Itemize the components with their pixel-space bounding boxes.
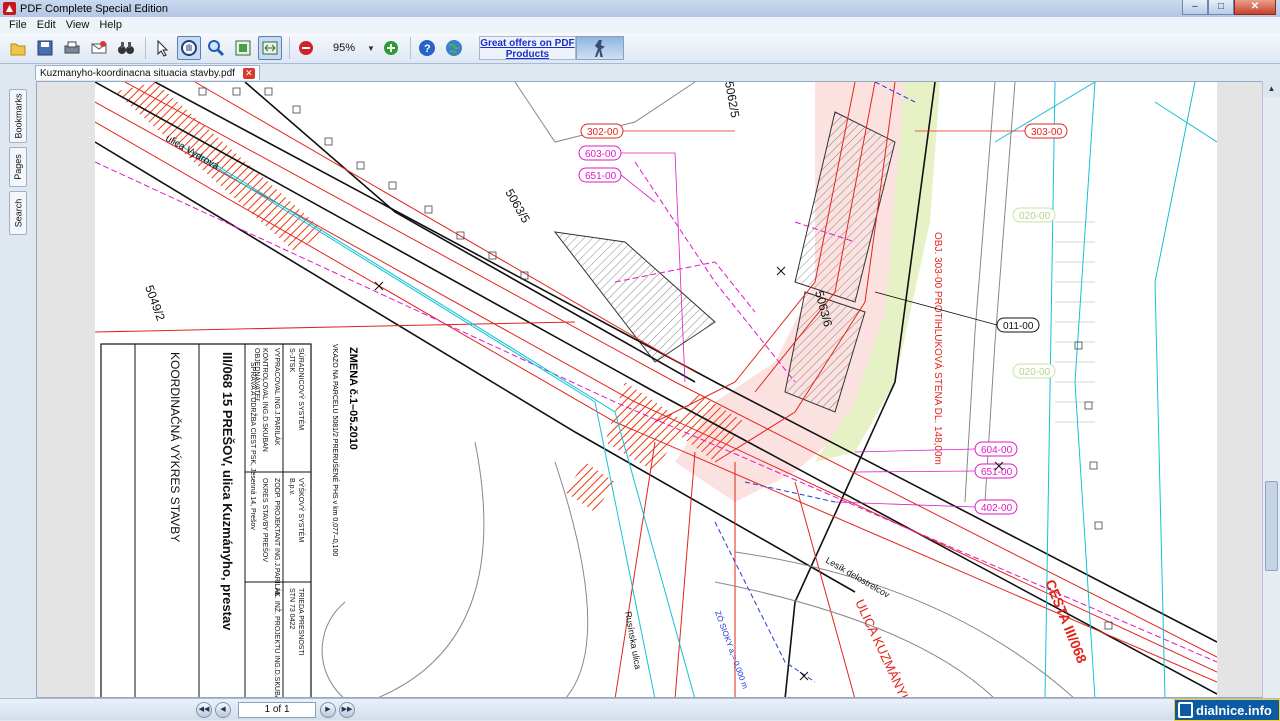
toolbar-separator: [289, 37, 290, 59]
close-button[interactable]: ✕: [1234, 0, 1276, 15]
maximize-button[interactable]: □: [1208, 0, 1234, 15]
svg-text:?: ?: [424, 43, 431, 55]
tag-label: 651-00: [585, 171, 617, 182]
fit-width-icon[interactable]: [258, 36, 282, 60]
zoom-level[interactable]: 95%: [321, 42, 367, 54]
app-logo-icon: [3, 2, 16, 15]
window-controls: – □ ✕: [1182, 0, 1276, 15]
window-title: PDF Complete Special Edition: [20, 2, 168, 15]
tag-label: 302-00: [587, 127, 619, 138]
road-sign-icon: [1178, 702, 1193, 718]
tag-label: 603-00: [585, 149, 617, 160]
close-tab-icon[interactable]: ✕: [242, 67, 255, 79]
menu-file[interactable]: File: [4, 19, 32, 31]
page-navigation: ◀◀ ◀ 1 of 1 ▶ ▶▶: [196, 702, 358, 718]
document-tab[interactable]: Kuzmanyho-koordinacna situacia stavby.pd…: [35, 65, 260, 80]
change-title: ZMENA č.1–05.2010: [347, 347, 359, 450]
area-label: Lesík delostrelcov: [824, 555, 892, 600]
side-panel: Bookmarks Pages Search: [0, 81, 36, 698]
watermark-badge: dialnice.info: [1174, 699, 1280, 721]
tb-coordinate-system: SÚRADNICOVÝ SYSTÉM: [297, 348, 306, 430]
tb-prepared: VYPRACOVAL ING.J.PARILÁK: [273, 348, 282, 446]
site-plan-drawing: 5049/2 5063/6 5063/5 5062/5 ulica Vydrov…: [95, 82, 1217, 698]
tb-stn: STN 73 0422: [288, 588, 295, 629]
watermark-text: dialnice.info: [1196, 702, 1272, 718]
first-page-icon[interactable]: ◀◀: [196, 702, 212, 718]
drawing-subtitle: KOORDINAČNÁ VÝKRES STAVBY: [168, 352, 183, 542]
tb-district: OKRES STAVBY PREŠOV: [261, 478, 270, 562]
tb-accuracy-class: TRIEDA PRESNOSTI: [297, 588, 304, 656]
tag-label: 020-00: [1019, 211, 1051, 222]
tb-chief-engineer: HL. INŽ. PROJEKTU ING.D.SKUBAN: [273, 588, 282, 698]
document-tab-bar: Kuzmanyho-koordinacna situacia stavby.pd…: [0, 64, 1280, 81]
parcel-label: 5062/5: [722, 82, 742, 119]
status-bar: ◀◀ ◀ 1 of 1 ▶ ▶▶ dialnice.info: [0, 698, 1280, 721]
tb-checked: KONTROLOVAL ING.D.SKUBAN: [261, 348, 268, 452]
tab-search[interactable]: Search: [9, 191, 27, 235]
parcel-label: 5063/5: [502, 187, 533, 226]
tb-height-system: VÝŠKOVÝ SYSTÉM: [297, 478, 306, 542]
print-icon[interactable]: [60, 36, 84, 60]
minimize-button[interactable]: –: [1182, 0, 1208, 15]
search-label: Search: [13, 198, 23, 228]
document-viewer[interactable]: 5049/2 5063/6 5063/5 5062/5 ulica Vydrov…: [36, 81, 1264, 698]
scroll-up-icon[interactable]: ▲: [1263, 81, 1280, 97]
sight-label: ZÓ SIOKY a,= 0,000 m: [713, 610, 750, 691]
open-icon[interactable]: [6, 36, 30, 60]
hand-tool-icon[interactable]: [177, 36, 201, 60]
toolbar: 95% ▼ ? Great offers on PDF Products: [0, 33, 1280, 64]
tb-client-name: SPRÁVA A ÚDRŽBA CIEST PSK, Jesenná 14, P…: [249, 362, 258, 530]
tb-bpv: B.p.v.: [288, 478, 295, 495]
select-arrow-icon[interactable]: [150, 36, 174, 60]
zoom-dropdown-icon[interactable]: ▼: [367, 44, 375, 53]
tag-label: 020-00: [1019, 367, 1051, 378]
fit-page-icon[interactable]: [231, 36, 255, 60]
promo-banner[interactable]: Great offers on PDF Products: [478, 36, 624, 60]
toolbar-separator: [145, 37, 146, 59]
menu-edit[interactable]: Edit: [32, 19, 61, 31]
vertical-scrollbar[interactable]: ▲: [1262, 81, 1280, 698]
toolbar-separator: [409, 37, 411, 59]
document-tab-label: Kuzmanyho-koordinacna situacia stavby.pd…: [40, 67, 235, 79]
scroll-thumb[interactable]: [1265, 481, 1278, 571]
tab-bookmarks[interactable]: Bookmarks: [9, 89, 27, 143]
last-page-icon[interactable]: ▶▶: [339, 702, 355, 718]
tag-label: 604-00: [981, 445, 1013, 456]
title-bar: PDF Complete Special Edition – □ ✕: [0, 0, 1280, 17]
zoom-icon[interactable]: [204, 36, 228, 60]
previous-page-icon[interactable]: ◀: [215, 702, 231, 718]
menu-help[interactable]: Help: [94, 19, 127, 31]
menu-bar: File Edit View Help: [0, 17, 1280, 33]
pdf-page[interactable]: 5049/2 5063/6 5063/5 5062/5 ulica Vydrov…: [95, 82, 1217, 698]
change-note: VKAZO NA PARCELU 5081/2 PRERUŠENÉ PHS v …: [331, 344, 340, 556]
save-icon[interactable]: [33, 36, 57, 60]
promo-link[interactable]: Great offers on PDF Products: [478, 36, 576, 60]
promo-image[interactable]: [575, 36, 624, 60]
tab-pages[interactable]: Pages: [9, 147, 27, 187]
page-number-input[interactable]: 1 of 1: [238, 702, 316, 718]
road-label: ULICA KUZMÁNYHO: [852, 597, 918, 698]
email-icon[interactable]: [87, 36, 111, 60]
find-binoculars-icon[interactable]: [114, 36, 138, 60]
wall-label: OBJ. 303-00 PROTIHLUKOVÁ STENA DL. 148,0…: [932, 232, 945, 465]
zoom-in-icon[interactable]: [379, 36, 403, 60]
drawing-title: III/068 15 PREŠOV, ulica Kuzmányho, pres…: [220, 352, 235, 631]
tb-sjtsk: S-JTSK: [288, 348, 295, 372]
help-icon[interactable]: ?: [415, 36, 439, 60]
next-page-icon[interactable]: ▶: [320, 702, 336, 718]
street-label: Rusínska ulica: [623, 611, 643, 670]
web-icon[interactable]: [442, 36, 466, 60]
parcel-label: 5049/2: [142, 283, 168, 323]
zoom-out-icon[interactable]: [294, 36, 318, 60]
menu-view[interactable]: View: [61, 19, 95, 31]
tb-responsible-designer: ZODP. PROJEKTANT ING.J.PARILÁK: [273, 478, 282, 597]
tag-label: 303-00: [1031, 127, 1063, 138]
tag-label: 402-00: [981, 503, 1013, 514]
tag-label: 011-00: [1003, 321, 1034, 332]
pages-label: Pages: [13, 154, 23, 180]
bookmarks-label: Bookmarks: [13, 93, 24, 139]
